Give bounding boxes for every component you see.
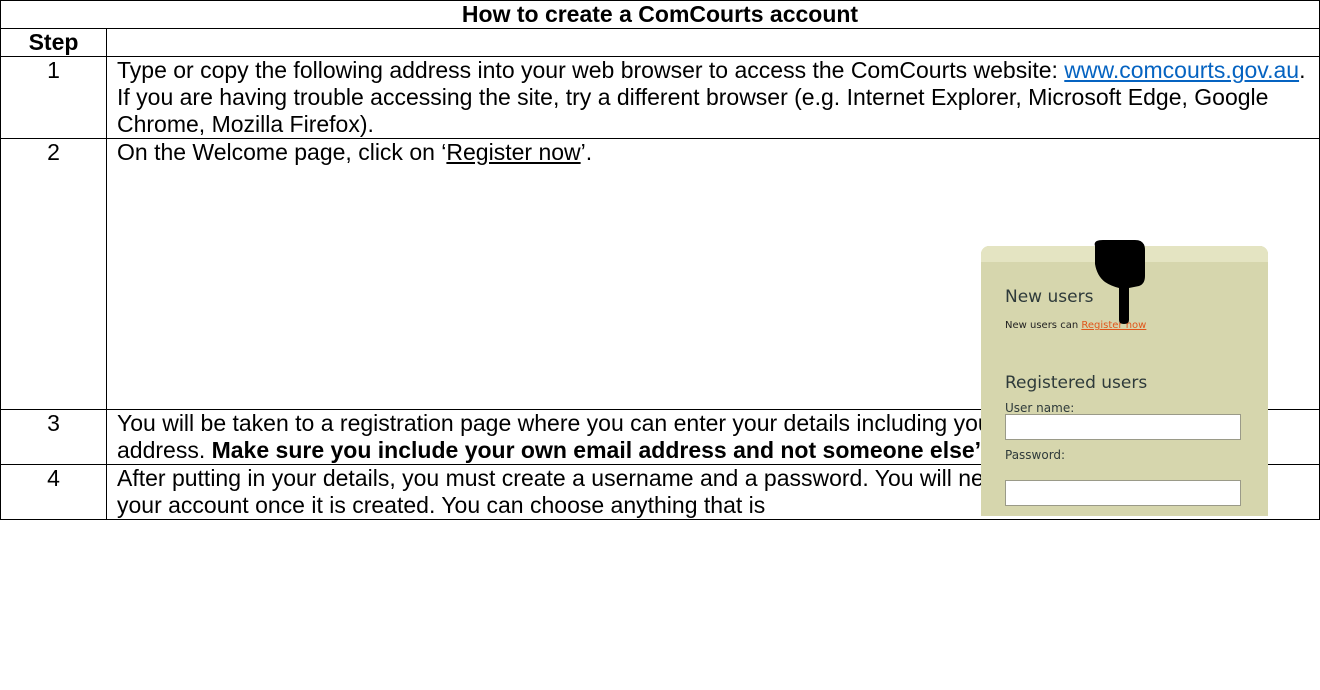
table-title: How to create a ComCourts account [0, 0, 1320, 29]
new-users-heading: New users [1005, 287, 1094, 307]
registered-users-heading: Registered users [1005, 373, 1148, 393]
username-label: User name: [1005, 401, 1075, 415]
comcourts-link[interactable]: www.comcourts.gov.au [1064, 57, 1299, 83]
table-row: 1 Type or copy the following address int… [0, 56, 1320, 139]
password-input[interactable] [1005, 480, 1241, 506]
new-users-label: New users can [1005, 320, 1082, 331]
password-label: Password: [1005, 448, 1066, 462]
step-column-header: Step [0, 28, 107, 57]
step-description: Type or copy the following address into … [106, 56, 1320, 139]
username-input[interactable] [1005, 414, 1241, 440]
step-number: 2 [0, 138, 107, 410]
step-text: On the Welcome page, click on ‘ [117, 139, 447, 165]
step-number: 3 [0, 409, 107, 465]
register-now-text: Register now [446, 139, 581, 165]
step-number: 1 [0, 56, 107, 139]
description-column-header [106, 28, 1320, 57]
email-warning: Make sure you include your own email add… [211, 437, 1000, 463]
step-number: 4 [0, 464, 107, 520]
pointing-hand-icon [1094, 240, 1145, 324]
step-text: Type or copy the following address into … [117, 57, 1065, 83]
step-text: ’. [580, 139, 593, 165]
